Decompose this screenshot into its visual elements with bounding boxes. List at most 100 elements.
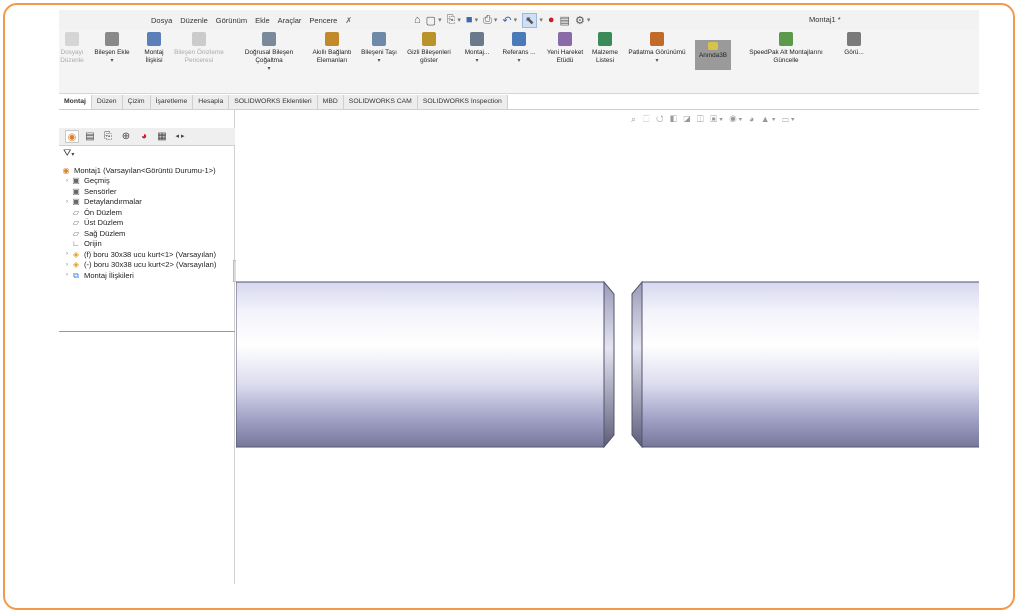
instant3d-button[interactable]: Anında3B: [695, 40, 731, 70]
tree-item-label: Ön Düzlem: [84, 207, 122, 217]
insert-component-button[interactable]: Bileşen Ekle ▾: [89, 32, 135, 92]
new-motion-study-button[interactable]: Yeni Hareket Etüdü: [545, 32, 585, 92]
smart-fasteners-icon: [325, 32, 339, 46]
undo-icon[interactable]: ↶: [502, 14, 511, 27]
menu-duzenle[interactable]: Düzenle: [180, 16, 208, 25]
home-icon[interactable]: ⌂: [414, 14, 421, 26]
tree-item-front-plane[interactable]: ▱ Ön Düzlem: [61, 207, 235, 218]
reference-geometry-button[interactable]: Referans ... ▾: [499, 32, 539, 92]
menu-pencere[interactable]: Pencere: [309, 16, 337, 25]
chevron-down-icon[interactable]: ▾: [494, 16, 498, 24]
chevron-down-icon[interactable]: ▾: [475, 16, 479, 24]
filter-icon[interactable]: ⛛▾: [63, 148, 74, 159]
tree-item-mates[interactable]: › ⧉ Montaj İlişkileri: [61, 270, 235, 281]
tab-isaretleme[interactable]: İşaretleme: [151, 95, 194, 109]
smart-fasteners-button[interactable]: Akıllı Bağlantı Elemanları: [309, 32, 355, 92]
reference-geometry-label: Referans ...: [502, 49, 536, 56]
file-properties-icon[interactable]: ▤: [560, 14, 570, 27]
edit-component-button[interactable]: Dosyayı Düzenle: [59, 32, 85, 92]
tree-rollback-bar[interactable]: [59, 331, 235, 332]
chevron-down-icon[interactable]: ▾: [267, 66, 270, 74]
history-icon: ▣: [72, 176, 80, 186]
feature-tree-tab-icon[interactable]: ◉: [65, 130, 79, 143]
tab-cizim[interactable]: Çizim: [123, 95, 151, 109]
tab-solidworks-eklentileri[interactable]: SOLIDWORKS Eklentileri: [229, 95, 318, 109]
expand-arrow-icon[interactable]: ›: [63, 178, 71, 184]
graphics-area[interactable]: ⌕ ⬚ ↺ ◧ ◪ ◫ ▣▾ ◉▾ ◕ ▲▾ ▭▾: [236, 110, 979, 584]
chevron-down-icon[interactable]: ▾: [587, 16, 591, 24]
print-icon[interactable]: ⎙: [483, 14, 492, 27]
chevron-down-icon[interactable]: ▾: [457, 16, 461, 24]
show-hidden-button[interactable]: Gizli Bileşenleri göster: [404, 32, 454, 92]
menu-ekle[interactable]: Ekle: [255, 16, 270, 25]
pin-icon[interactable]: ✗: [345, 16, 352, 25]
chevron-down-icon[interactable]: ▾: [514, 16, 518, 24]
tab-solidworks-inspection[interactable]: SOLIDWORKS Inspection: [418, 95, 508, 109]
tab-solidworks-cam[interactable]: SOLIDWORKS CAM: [344, 95, 418, 109]
expand-arrow-icon[interactable]: ›: [63, 262, 71, 268]
assembly-features-button[interactable]: Montaj... ▾: [459, 32, 495, 92]
rebuild-icon[interactable]: ●: [548, 14, 555, 26]
expand-arrow-icon[interactable]: ›: [63, 272, 71, 278]
linear-pattern-button[interactable]: Doğrusal Bileşen Çoğaltma ▾: [232, 32, 306, 92]
tree-item-label: Detaylandırmalar: [84, 197, 142, 207]
tab-duzen[interactable]: Düzen: [92, 95, 123, 109]
select-arrow-icon[interactable]: ⬉: [522, 12, 538, 28]
tab-hesapla[interactable]: Hesapla: [193, 95, 230, 109]
tree-item-label: Sağ Düzlem: [84, 228, 126, 238]
move-component-button[interactable]: Bileşeni Taşı ▾: [359, 32, 399, 92]
chevron-down-icon[interactable]: ▾: [539, 16, 543, 24]
tree-item-right-plane[interactable]: ▱ Sağ Düzlem: [61, 228, 235, 239]
expand-arrow-icon[interactable]: ›: [63, 251, 71, 257]
tree-item-origin[interactable]: ∟ Orijin: [61, 239, 235, 250]
part-icon: ◈: [72, 249, 80, 259]
tab-mbd[interactable]: MBD: [318, 95, 344, 109]
chevron-down-icon[interactable]: ▾: [475, 58, 478, 66]
display-manager-tab-icon[interactable]: ◕: [137, 130, 151, 143]
plane-icon: ▱: [72, 218, 80, 228]
tree-item-part-1[interactable]: › ◈ (f) boru 30x38 ucu kurt<1> (Varsayıl…: [61, 249, 235, 260]
menu-dosya[interactable]: Dosya: [151, 16, 172, 25]
pipe-left[interactable]: [236, 280, 615, 449]
tree-item-part-2[interactable]: › ◈ (-) boru 30x38 ucu kurt<2> (Varsayıl…: [61, 260, 235, 271]
mate-button[interactable]: Montaj İlişkisi: [139, 32, 169, 92]
pipes-model: [236, 280, 979, 449]
chevron-down-icon[interactable]: ▾: [655, 58, 658, 66]
panel-tabs-nav-icon[interactable]: ◂ ▸: [173, 130, 187, 143]
new-document-icon[interactable]: ▢: [426, 14, 436, 27]
open-folder-icon[interactable]: ⎘: [447, 14, 456, 27]
tree-item-label: (-) boru 30x38 ucu kurt<2> (Varsayılan): [84, 260, 217, 270]
chevron-down-icon[interactable]: ▾: [438, 16, 442, 24]
tree-root-assembly[interactable]: ◉ Montaj1 (Varsayılan<Görüntü Durumu-1>): [61, 165, 235, 176]
tree-item-annotations[interactable]: › ▣ Detaylandırmalar: [61, 197, 235, 208]
dimxpert-tab-icon[interactable]: ⊕: [119, 130, 133, 143]
component-preview-icon: [192, 32, 206, 46]
menu-bar: Dosya Düzenle Görünüm Ekle Araçlar Pence…: [59, 10, 979, 30]
tree-item-label: Orijin: [84, 239, 102, 249]
options-gear-icon[interactable]: ⚙: [575, 14, 585, 27]
save-icon[interactable]: ■: [466, 14, 473, 26]
property-manager-tab-icon[interactable]: ▤: [83, 130, 97, 143]
view-button[interactable]: Görü...: [837, 32, 871, 92]
bill-of-materials-button[interactable]: Malzeme Listesi: [589, 32, 621, 92]
cam-tab-icon[interactable]: ▦: [155, 130, 169, 143]
configuration-manager-tab-icon[interactable]: ⎘: [101, 130, 115, 143]
pipe-right[interactable]: [631, 280, 979, 449]
quick-access-toolbar: ⌂ ▢ ▾ ⎘ ▾ ■ ▾ ⎙ ▾ ↶ ▾ ⬉ ▾ ● ▤ ⚙ ▾: [414, 11, 590, 29]
component-preview-button[interactable]: Bileşen Önizleme Penceresi: [172, 32, 226, 92]
slide-frame: Dosya Düzenle Görünüm Ekle Araçlar Pence…: [3, 3, 1015, 610]
tree-item-label: Montaj İlişkileri: [84, 270, 134, 280]
tab-montaj[interactable]: Montaj: [59, 95, 92, 109]
menu-gorunum[interactable]: Görünüm: [216, 16, 247, 25]
speedpak-button[interactable]: SpeedPak Alt Montajlarını Güncelle: [739, 32, 833, 92]
tree-item-top-plane[interactable]: ▱ Üst Düzlem: [61, 218, 235, 229]
menu-araclar[interactable]: Araçlar: [278, 16, 302, 25]
chevron-down-icon[interactable]: ▾: [377, 58, 380, 66]
chevron-down-icon[interactable]: ▾: [110, 58, 113, 66]
tree-item-sensors[interactable]: ▣ Sensörler: [61, 186, 235, 197]
exploded-view-label: Patlatma Görünümü: [628, 49, 686, 56]
tree-item-history[interactable]: › ▣ Geçmiş: [61, 176, 235, 187]
exploded-view-button[interactable]: Patlatma Görünümü ▾: [624, 32, 690, 92]
chevron-down-icon[interactable]: ▾: [517, 58, 520, 66]
expand-arrow-icon[interactable]: ›: [63, 199, 71, 205]
